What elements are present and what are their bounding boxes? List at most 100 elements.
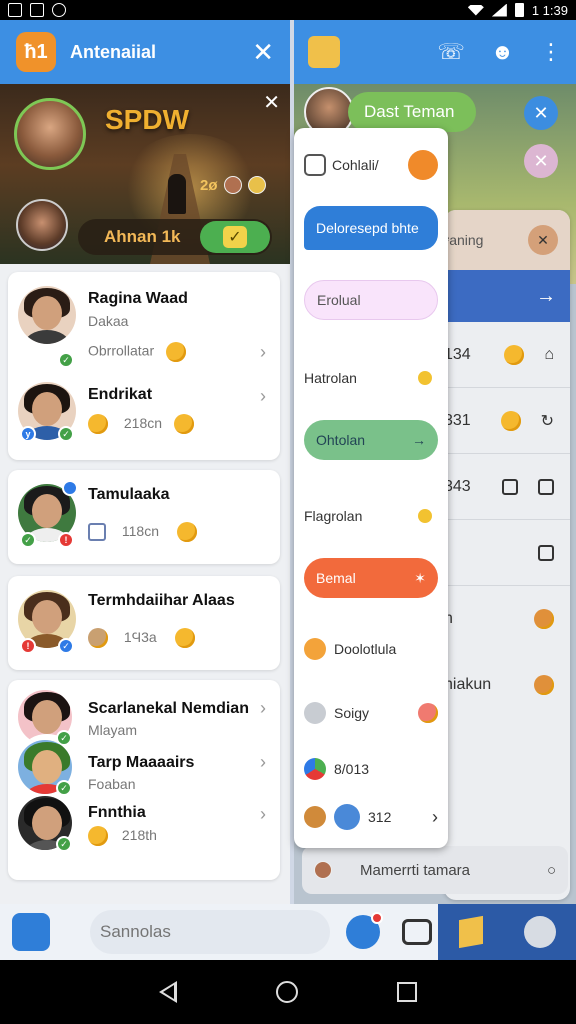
bottom-suggestion-pill[interactable]: Mamerrti tamara ○ (302, 846, 568, 894)
chevron-right-icon[interactable]: › (260, 342, 266, 363)
heart-icon[interactable] (408, 150, 438, 180)
online-badge-icon: ✓ (56, 836, 72, 852)
video-accept-button[interactable]: ✓ (200, 221, 270, 253)
contact-row[interactable]: ✓ Scarlanekal Nemdian Mlayam › (8, 690, 280, 746)
emoji-icon (304, 638, 326, 660)
side-panel-action-row[interactable]: → (444, 270, 570, 322)
dismiss-icon[interactable]: ✕ (524, 144, 558, 178)
list-icon[interactable] (538, 544, 554, 561)
contact-row[interactable]: ✓ Fnnthia 218th › (8, 796, 280, 856)
side-panel-row[interactable]: 331 ↻ (444, 388, 570, 454)
side-panel-row[interactable]: 343 (444, 454, 570, 520)
back-icon[interactable] (159, 981, 178, 1003)
popup-item[interactable]: Cohlali/ (304, 148, 438, 182)
more-vert-icon[interactable]: ⋮ (540, 39, 562, 65)
clock: 1 1:39 (531, 2, 568, 18)
side-panel-top-text: ᵉaning (444, 232, 484, 248)
video-avatar-main[interactable] (14, 98, 86, 170)
contact-status: Obrrollatar (88, 342, 187, 362)
contact-row[interactable]: ✓ ! Tamulaaka 118cn (8, 480, 280, 550)
battery-icon (514, 3, 524, 17)
home-icon[interactable] (12, 913, 50, 951)
pin-icon[interactable]: ✕ (528, 225, 558, 255)
contact-name: Tarp Maaaairs (88, 754, 195, 771)
gift-icon[interactable] (308, 36, 340, 68)
bottom-app-bar (0, 904, 576, 960)
popup-item[interactable]: 312 › (304, 802, 438, 832)
side-panel-row[interactable]: n (444, 586, 570, 652)
tag-badge-icon: y (20, 426, 36, 442)
book-icon[interactable] (458, 915, 483, 949)
right-header: ☏ ☻ ⋮ (294, 20, 576, 84)
contact-row[interactable]: ✓ Ragina Waad Dakaa Obrrollatar › (8, 286, 280, 370)
smile-emoji-icon (176, 522, 197, 542)
phone-icon[interactable]: ☏ (437, 39, 465, 65)
contact-row[interactable]: y ✓ Endrikat 218cn › (8, 382, 280, 452)
wifi-icon (467, 4, 484, 16)
chat-bubble-icon[interactable]: ○ (547, 862, 556, 879)
chevron-right-icon[interactable]: › (432, 807, 438, 828)
search-input[interactable] (90, 910, 330, 954)
image-icon (8, 3, 22, 17)
message-icon[interactable] (538, 478, 554, 495)
refresh-icon[interactable]: ↻ (541, 411, 554, 431)
chevron-right-icon[interactable]: › (260, 386, 266, 407)
chevron-right-icon[interactable]: › (260, 698, 266, 719)
popup-item[interactable]: Bemal ✶ (304, 558, 438, 598)
popup-item[interactable]: Soigy (304, 700, 438, 726)
popup-item[interactable]: Hatrolan (304, 366, 438, 390)
bear-icon (88, 628, 108, 648)
video-figure (168, 174, 186, 214)
arrow-right-icon: → (412, 432, 426, 448)
box-icon (304, 154, 326, 176)
contact-card-group-1: ✓ Ragina Waad Dakaa Obrrollatar › y ✓ En… (8, 272, 280, 460)
chat-icon[interactable] (346, 912, 383, 949)
house-icon[interactable]: ⌂ (544, 346, 554, 364)
contact-row[interactable]: ! ✓ Termhdaiihar Alaas 1Ϥ3a (8, 590, 280, 656)
video-viewer-count: 2ø (200, 176, 266, 194)
chevron-right-icon[interactable]: › (260, 752, 266, 773)
camera-icon[interactable] (402, 919, 432, 945)
contact-card-group-2: ✓ ! Tamulaaka 118cn (8, 470, 280, 564)
popup-item[interactable]: Deloresepd bhte (304, 206, 438, 250)
popup-item[interactable]: 8/013 (304, 756, 438, 782)
popup-item[interactable]: Ohtolan → (304, 420, 438, 460)
popup-item[interactable]: Doolotlula (304, 636, 438, 662)
side-panel-row[interactable]: hiakun (444, 652, 570, 718)
close-icon[interactable]: ✕ (524, 96, 558, 130)
close-icon[interactable]: ✕ (252, 37, 274, 68)
avatar (18, 286, 76, 344)
chevron-right-icon[interactable]: › (260, 804, 266, 825)
contact-row[interactable]: ✓ Tarp Maaaairs Foaban › (8, 740, 280, 800)
grin-emoji-icon (88, 414, 108, 434)
recents-icon[interactable] (396, 982, 417, 1002)
video-card[interactable]: SPDW ✕ 2ø Ahnan 1k ✓ (0, 84, 290, 264)
video-close-icon[interactable]: ✕ (263, 90, 280, 115)
video-avatar-secondary[interactable] (16, 199, 68, 251)
popup-item-label: 312 (368, 809, 392, 825)
home-nav-icon[interactable] (275, 981, 298, 1003)
star-icon: ✶ (414, 569, 426, 586)
contact-name: Scarlanekal Nemdian (88, 700, 249, 717)
banner-pill[interactable]: Dast Teman (348, 92, 476, 132)
arrow-right-icon[interactable]: → (536, 285, 556, 308)
popup-item-label: Erolual (317, 292, 361, 308)
contact-status: 218th (88, 826, 157, 846)
side-panel-row[interactable] (444, 520, 570, 586)
app-logo[interactable]: ћ1 (16, 32, 56, 72)
popup-item[interactable]: Erolual (304, 280, 438, 320)
popup-item-label: Soigy (334, 705, 370, 721)
side-panel-row[interactable]: 134 ⌂ (444, 322, 570, 388)
popup-item[interactable]: Flagrolan (304, 504, 438, 528)
video-name-pill[interactable]: Ahnan 1k ✓ (78, 219, 272, 255)
popup-item-label: Doolotlula (334, 641, 397, 657)
popup-item-label: Hatrolan (304, 370, 357, 386)
popup-menu: Cohlali/ Deloresepd bhte Erolual Hatrola… (294, 128, 448, 848)
circle-notification-icon (52, 3, 66, 17)
checkmark-icon: ✓ (223, 226, 247, 248)
menu-icon[interactable] (523, 916, 556, 948)
contact-name: Tamulaaka (88, 486, 170, 503)
viewer-avatar-icon (223, 176, 242, 194)
profile-icon[interactable]: ☻ (491, 39, 514, 65)
side-panel-top[interactable]: ᵉaning ✕ (444, 210, 570, 270)
